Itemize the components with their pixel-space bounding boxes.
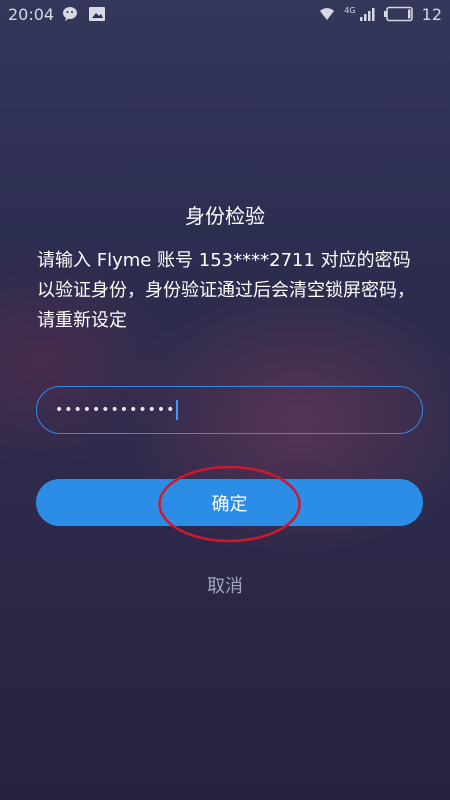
notification-icon (88, 5, 106, 23)
password-input[interactable]: ••••••••••••• (36, 386, 423, 434)
cancel-button[interactable]: 取消 (0, 572, 450, 598)
dialog-description: 请输入 Flyme 账号 153****2711 对应的密码以验证身份，身份验证… (37, 250, 415, 331)
confirm-button[interactable]: 确定 (36, 479, 423, 526)
wechat-icon (62, 5, 80, 23)
wifi-icon (318, 5, 336, 23)
text-caret (176, 400, 179, 420)
status-bar-right: 4G 12 (318, 5, 442, 24)
status-bar-left: 20:04 (8, 5, 106, 24)
signal-icon (358, 5, 376, 23)
dialog-title: 身份检验 (185, 204, 265, 228)
status-bar: 20:04 4G 12 (0, 0, 450, 28)
battery-level: 12 (421, 4, 442, 24)
battery-icon (383, 6, 414, 22)
status-time: 20:04 (8, 4, 55, 24)
network-type-label: 4G (344, 5, 356, 15)
password-value: ••••••••••••• (55, 402, 176, 418)
